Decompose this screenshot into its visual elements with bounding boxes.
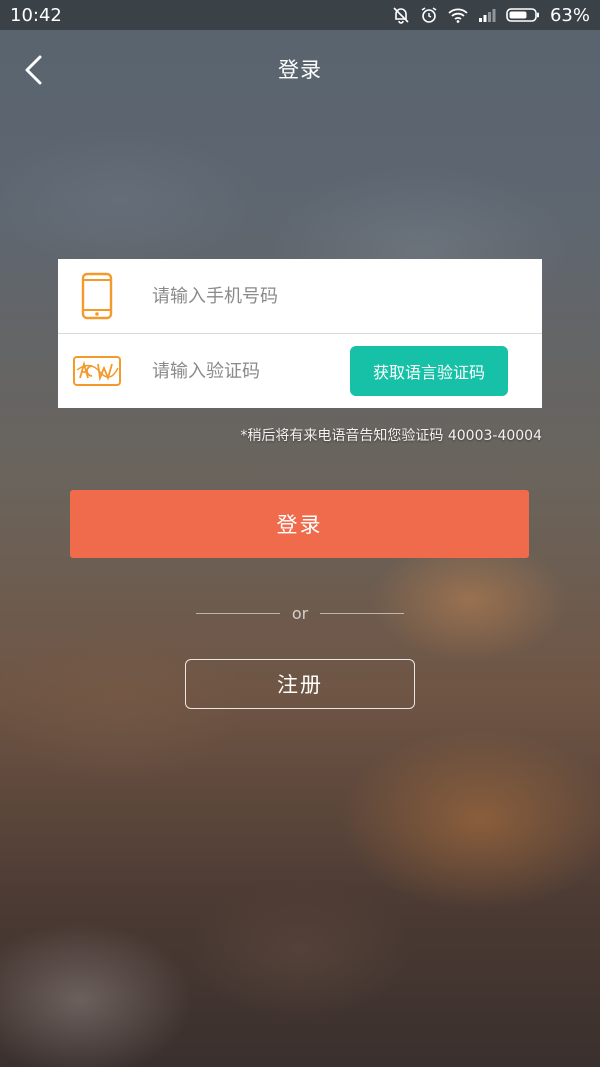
phone-icon <box>58 259 136 333</box>
divider-text: or <box>291 603 309 623</box>
register-button[interactable]: 注册 <box>185 659 415 709</box>
signal-icon <box>478 7 496 23</box>
header: 登录 <box>0 40 600 100</box>
get-voice-code-button[interactable]: 获取语言验证码 <box>350 346 508 396</box>
captcha-icon <box>58 334 136 408</box>
mute-icon <box>392 6 410 24</box>
voice-code-hint: *稍后将有来电语音告知您验证码 40003-40004 <box>240 428 542 444</box>
wifi-icon <box>448 7 468 23</box>
battery-percent: 63% <box>549 4 590 26</box>
page-title: 登录 <box>278 58 322 82</box>
code-row: 获取语言验证码 <box>58 334 542 408</box>
status-bar: 10:42 63% <box>0 0 600 30</box>
status-time: 10:42 <box>10 4 62 26</box>
divider-line-right <box>320 612 404 614</box>
phone-input[interactable] <box>150 284 514 308</box>
battery-icon <box>506 7 540 23</box>
code-input[interactable] <box>150 359 334 383</box>
phone-row <box>58 259 542 334</box>
login-form: 获取语言验证码 <box>58 259 542 408</box>
or-divider: or <box>196 600 404 626</box>
alarm-icon <box>420 6 438 24</box>
login-button[interactable]: 登录 <box>70 490 529 558</box>
divider-line-left <box>196 612 280 614</box>
status-icons: 63% <box>392 5 590 26</box>
